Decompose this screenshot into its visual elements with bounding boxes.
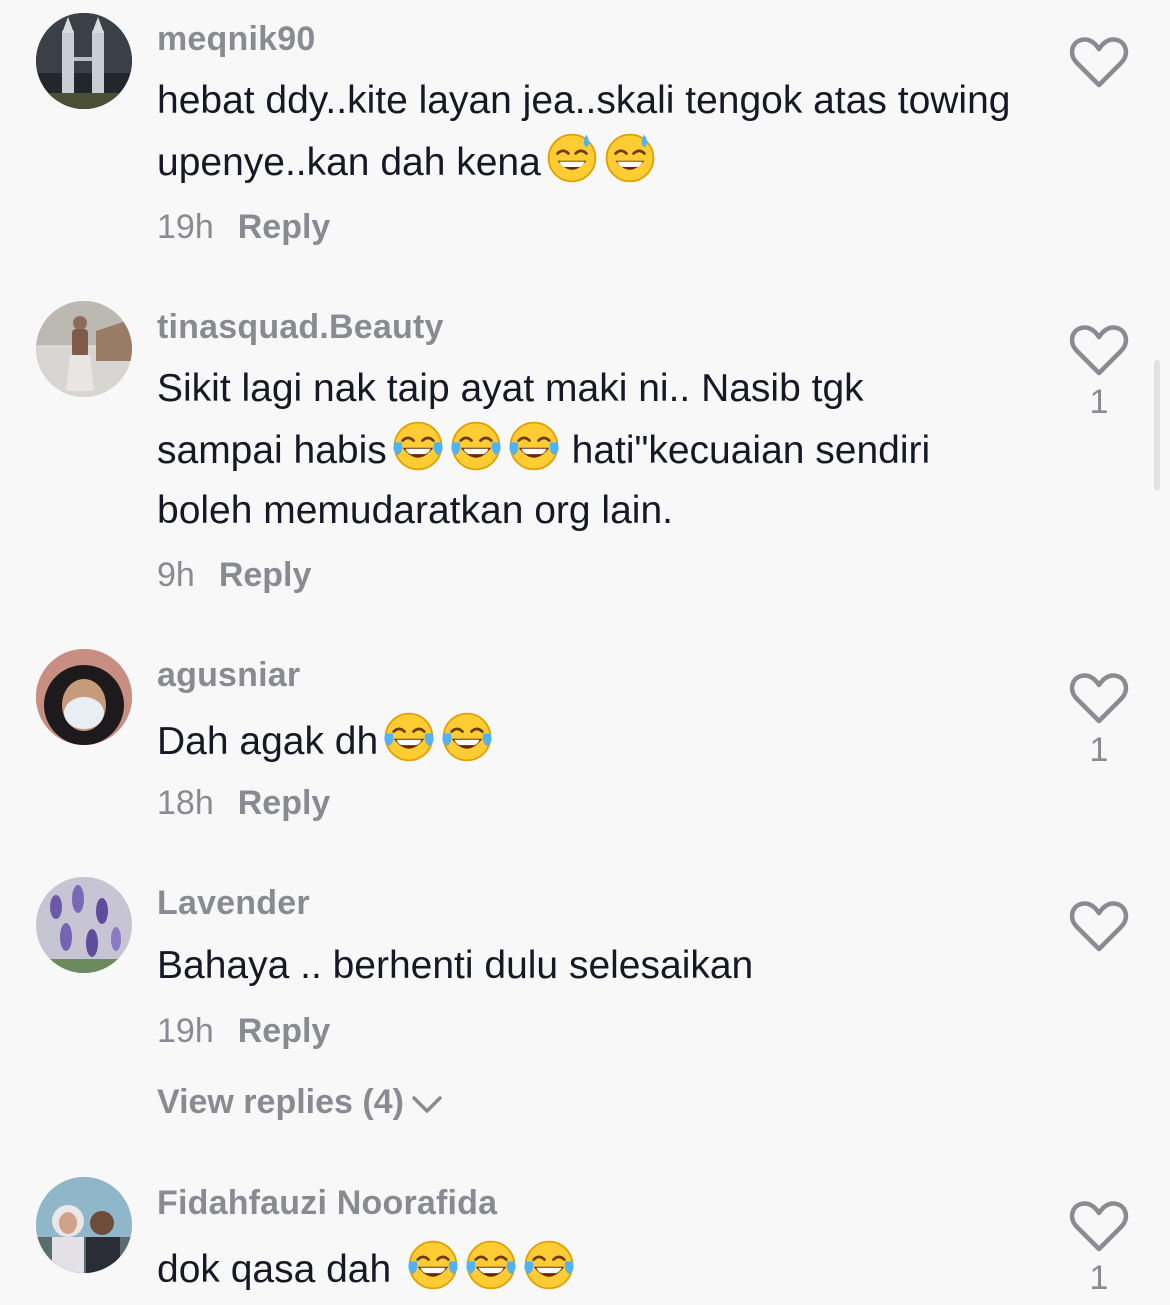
comment-text: Bahaya .. berhenti dulu selesaikan — [157, 944, 754, 987]
like-button[interactable] — [1068, 35, 1130, 89]
username[interactable]: Fidahfauzi Noorafida — [157, 1184, 497, 1223]
comment-text: dok qasa dah — [157, 1238, 1037, 1300]
like-count: 1 — [1089, 383, 1109, 421]
heart-icon — [1069, 671, 1129, 725]
like-button[interactable]: 1 — [1068, 671, 1130, 770]
comment-text: hebat ddy..kite layan jea..skali tengok … — [157, 79, 1011, 185]
username[interactable]: Lavender — [157, 884, 310, 923]
reply-button[interactable]: Reply — [219, 556, 312, 594]
reply-button[interactable]: Reply — [238, 784, 331, 822]
reply-button[interactable]: Reply — [238, 208, 331, 246]
grinning-sweat-emoji-icon — [603, 131, 657, 185]
avatar[interactable] — [36, 301, 132, 397]
avatar[interactable] — [36, 649, 132, 745]
like-button[interactable] — [1068, 899, 1130, 953]
heart-icon — [1069, 35, 1129, 89]
comment-meta: 18h Reply — [157, 784, 330, 823]
tears-of-joy-emoji-icon — [522, 1238, 576, 1292]
like-count: 1 — [1089, 731, 1109, 769]
tears-of-joy-emoji-icon — [382, 710, 436, 764]
grinning-sweat-emoji-icon — [545, 131, 599, 185]
avatar[interactable] — [36, 877, 132, 973]
tears-of-joy-emoji-icon — [507, 419, 561, 473]
comment-text: Dah agak dh — [157, 710, 1037, 772]
avatar[interactable] — [36, 13, 132, 109]
comment-meta: 19h Reply — [157, 1012, 330, 1051]
timestamp: 19h — [157, 208, 214, 246]
timestamp: 19h — [157, 1012, 214, 1050]
like-count: 1 — [1089, 1259, 1109, 1297]
heart-icon — [1069, 1199, 1129, 1253]
timestamp: 18h — [157, 784, 214, 822]
tears-of-joy-emoji-icon — [406, 1238, 460, 1292]
timestamp: 9h — [157, 556, 195, 594]
scrollbar[interactable] — [1154, 360, 1160, 490]
tears-of-joy-emoji-icon — [464, 1238, 518, 1292]
reply-button[interactable]: Reply — [238, 1012, 331, 1050]
like-button[interactable]: 1 — [1068, 323, 1130, 422]
username[interactable]: agusniar — [157, 656, 300, 695]
comment-meta: 19h Reply — [157, 208, 330, 247]
like-button[interactable]: 1 — [1068, 1199, 1130, 1298]
heart-icon — [1069, 899, 1129, 953]
tears-of-joy-emoji-icon — [440, 710, 494, 764]
comment-meta: 9h Reply — [157, 556, 311, 595]
tears-of-joy-emoji-icon — [449, 419, 503, 473]
heart-icon — [1069, 323, 1129, 377]
avatar[interactable] — [36, 1177, 132, 1273]
chevron-down-icon — [412, 1096, 442, 1113]
tears-of-joy-emoji-icon — [391, 419, 445, 473]
username[interactable]: tinasquad.Beauty — [157, 308, 444, 347]
comment-text: Sikit lagi nak taip ayat maki ni.. Nasib… — [157, 367, 931, 532]
view-replies-button[interactable]: View replies (4) — [157, 1083, 444, 1122]
username[interactable]: meqnik90 — [157, 20, 315, 59]
